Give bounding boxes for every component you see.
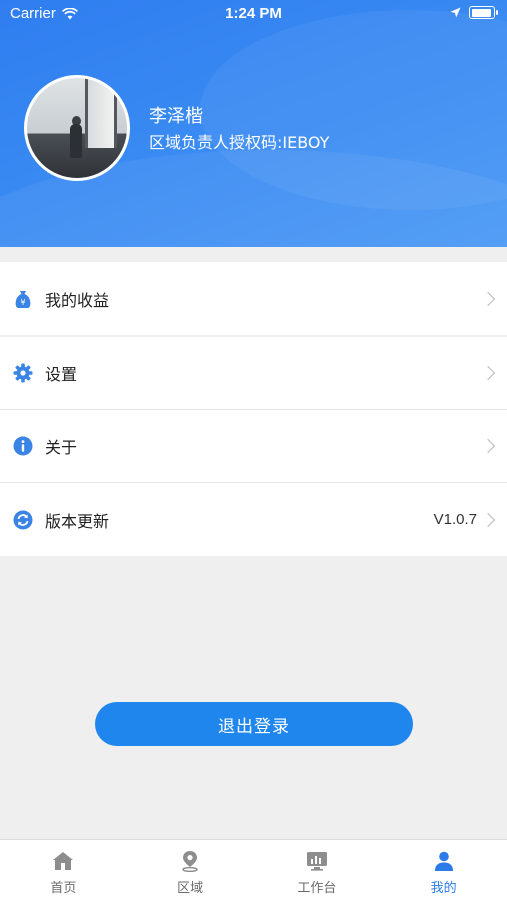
battery-level — [471, 8, 491, 17]
menu-item-earnings[interactable]: ¥ 我的收益 — [0, 262, 507, 335]
avatar-photo-window — [85, 78, 117, 148]
tab-label: 区域 — [177, 881, 204, 896]
refresh-icon — [12, 509, 34, 531]
logout-button[interactable]: 退出登录 — [95, 702, 413, 746]
svg-text:¥: ¥ — [20, 298, 25, 307]
home-icon — [53, 852, 74, 870]
status-time: 1:24 PM — [225, 5, 282, 22]
menu-item-about[interactable]: 关于 — [0, 410, 507, 483]
chevron-right-icon — [480, 438, 496, 454]
person-icon — [434, 851, 453, 871]
menu-item-version-update[interactable]: 版本更新 V1.0.7 — [0, 483, 507, 556]
status-right — [450, 6, 498, 19]
menu-item-label: 我的收益 — [45, 290, 110, 310]
tab-label: 首页 — [50, 881, 77, 896]
tab-workbench[interactable]: 工作台 — [254, 840, 381, 900]
tab-home[interactable]: 首页 — [0, 840, 127, 900]
menu-item-label: 版本更新 — [45, 511, 110, 531]
chevron-right-icon — [480, 291, 496, 306]
money-bag-icon: ¥ — [12, 288, 34, 310]
tab-bar: 首页 区域 工作台 我的 — [0, 839, 507, 900]
version-number: V1.0.7 — [433, 511, 477, 528]
authorization-code: 区域负责人授权码:IEBOY — [149, 133, 330, 152]
dashboard-icon — [306, 852, 327, 871]
location-arrow-icon — [450, 7, 461, 18]
gear-icon — [12, 362, 34, 384]
tab-mine[interactable]: 我的 — [380, 840, 507, 900]
menu-item-label: 设置 — [45, 365, 78, 384]
chevron-right-icon — [480, 365, 496, 381]
chevron-right-icon — [480, 512, 496, 527]
tab-region[interactable]: 区域 — [127, 840, 254, 900]
menu-group-earnings: ¥ 我的收益 — [0, 262, 507, 335]
user-name: 李泽楷 — [149, 106, 203, 127]
location-pin-icon — [182, 851, 198, 872]
menu-item-settings[interactable]: 设置 — [0, 337, 507, 410]
battery-icon — [469, 6, 498, 19]
menu-group-main: 设置 关于 版本更新 V1.0.7 — [0, 337, 507, 556]
profile-header: Carrier 1:24 PM 李泽楷 区域负责人授权码:IEBOY — [0, 0, 507, 247]
tab-label: 我的 — [430, 881, 457, 896]
avatar[interactable] — [24, 75, 130, 181]
status-bar: Carrier 1:24 PM — [0, 0, 507, 28]
avatar-photo-person — [70, 124, 82, 158]
menu-item-label: 关于 — [45, 438, 78, 457]
tab-label: 工作台 — [297, 881, 337, 896]
info-icon — [12, 435, 34, 457]
